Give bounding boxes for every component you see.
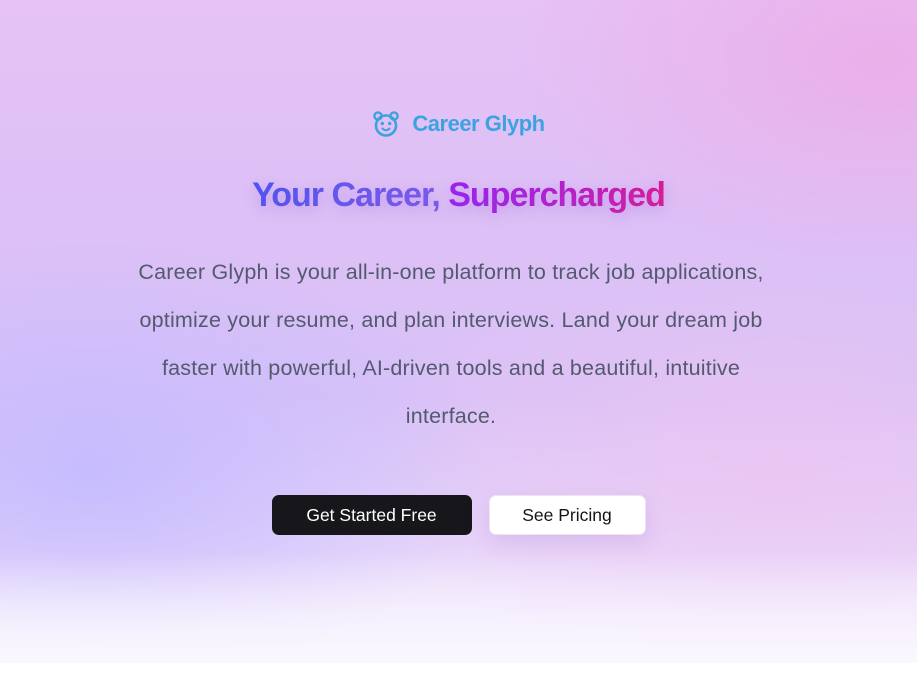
headline-part-1: Your Career, bbox=[252, 176, 441, 214]
see-pricing-button[interactable]: See Pricing bbox=[488, 495, 646, 535]
get-started-button[interactable]: Get Started Free bbox=[271, 495, 472, 535]
bear-face-icon bbox=[373, 111, 400, 137]
brand-logo[interactable]: Career Glyph bbox=[0, 110, 917, 138]
hero-description: Career Glyph is your all-in-one platform… bbox=[138, 260, 764, 428]
headline-part-2: Supercharged bbox=[448, 176, 666, 214]
hero-headline: Your Career, Supercharged bbox=[0, 172, 917, 218]
hero-actions: Get Started Free See Pricing bbox=[0, 495, 917, 535]
brand-name: Career Glyph bbox=[412, 111, 545, 136]
